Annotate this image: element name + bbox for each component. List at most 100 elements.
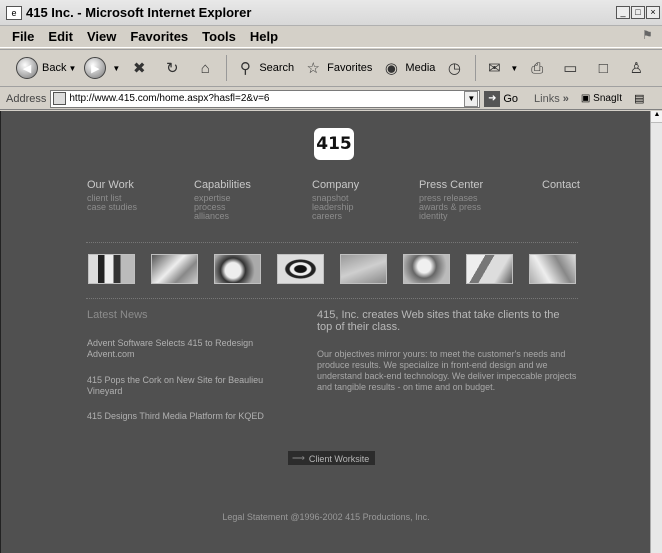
- links-chevron[interactable]: »: [563, 93, 569, 105]
- nav-head-capabilities[interactable]: Capabilities: [194, 180, 251, 191]
- arrow-right-icon: ⟶: [292, 453, 305, 463]
- thumb-money-photo[interactable]: [466, 254, 513, 284]
- menu-file[interactable]: File: [0, 29, 41, 44]
- thumb-office-photo[interactable]: [88, 254, 135, 284]
- address-bar: Address http://www.415.com/home.aspx?has…: [0, 88, 662, 110]
- nav-head-our-work[interactable]: Our Work: [87, 180, 137, 191]
- client-worksite-button[interactable]: ⟶ Client Worksite: [288, 451, 376, 465]
- snagit-button[interactable]: ▣ SnagIt: [581, 93, 622, 104]
- nav-link-alliances[interactable]: alliances: [194, 212, 251, 221]
- back-dropdown-icon[interactable]: ▼: [68, 64, 76, 73]
- tagline: 415, Inc. creates Web sites that take cl…: [317, 309, 560, 333]
- snagit-label: SnagIt: [593, 93, 623, 104]
- toolbar-divider: [475, 55, 477, 81]
- discuss-icon: □: [598, 59, 608, 77]
- messenger-icon: ♙: [629, 60, 644, 77]
- go-arrow-icon: ➜: [484, 90, 501, 107]
- company-description: Our objectives mirror yours: to meet the…: [317, 349, 577, 392]
- media-button[interactable]: ◉ Media: [376, 54, 439, 82]
- divider-middle: [86, 298, 578, 299]
- nav-company: Company snapshot leadership careers: [312, 180, 359, 221]
- minimize-icon[interactable]: _: [616, 6, 630, 19]
- address-input[interactable]: http://www.415.com/home.aspx?hasfl=2&v=6: [50, 89, 481, 108]
- ie-page-icon: e: [6, 5, 22, 20]
- home-icon: ⌂: [200, 59, 210, 77]
- forward-dropdown-icon[interactable]: ▼: [112, 64, 120, 73]
- camera-icon: ▣: [580, 93, 591, 104]
- site-logo[interactable]: 415: [314, 128, 354, 160]
- search-icon: ⚲: [239, 60, 251, 77]
- windows-logo-icon: ⚑: [642, 28, 653, 42]
- forward-button[interactable]: ▶ ▼: [80, 54, 124, 82]
- home-button[interactable]: ⌂: [190, 54, 223, 82]
- go-label: Go: [503, 92, 519, 105]
- go-button[interactable]: ➜ Go: [484, 90, 519, 107]
- search-label: Search: [259, 62, 295, 74]
- news-item[interactable]: 415 Designs Third Media Platform for KQE…: [87, 411, 297, 422]
- nav-link-careers[interactable]: careers: [312, 212, 359, 221]
- menu-tools[interactable]: Tools: [195, 29, 243, 44]
- mail-dropdown-icon[interactable]: ▼: [510, 64, 518, 73]
- address-dropdown-icon[interactable]: ▼: [464, 90, 479, 107]
- forward-arrow-icon: ▶: [84, 57, 107, 79]
- nav-head-company[interactable]: Company: [312, 180, 359, 191]
- thumb-abstract-photo[interactable]: [340, 254, 387, 284]
- scroll-up-icon[interactable]: ▲: [651, 111, 662, 123]
- thumb-collage-photo[interactable]: [529, 254, 576, 284]
- favorites-label: Favorites: [327, 62, 373, 74]
- address-label: Address: [6, 92, 47, 105]
- maximize-icon[interactable]: □: [631, 6, 645, 19]
- news-item[interactable]: Advent Software Selects 415 to Redesign …: [87, 338, 297, 360]
- nav-our-work: Our Work client list case studies: [87, 180, 137, 212]
- thumb-people-photo[interactable]: [214, 254, 261, 284]
- search-button[interactable]: ⚲ Search: [230, 54, 298, 82]
- page-icon: [53, 92, 67, 105]
- menu-bar: File Edit View Favorites Tools Help ⚑: [0, 26, 662, 48]
- menu-help[interactable]: Help: [243, 29, 285, 44]
- nav-link-case-studies[interactable]: case studies: [87, 203, 137, 212]
- nav-head-contact[interactable]: Contact: [542, 180, 580, 191]
- media-icon: ◉: [384, 60, 398, 77]
- window-title: 415 Inc. - Microsoft Internet Explorer: [26, 5, 252, 20]
- favorites-button[interactable]: ☆ Favorites: [298, 54, 376, 82]
- edit-icon: ▭: [563, 60, 578, 77]
- vertical-scrollbar[interactable]: ▲: [650, 111, 662, 553]
- client-worksite-label: Client Worksite: [308, 453, 370, 464]
- back-button[interactable]: ◀ Back ▼: [12, 54, 80, 82]
- latest-news-heading: Latest News: [87, 309, 148, 321]
- edit-button[interactable]: ▭: [555, 54, 588, 82]
- page-content: 415 Our Work client list case studies Ca…: [0, 111, 650, 553]
- stop-button[interactable]: ✖: [124, 54, 157, 82]
- discuss-button[interactable]: □: [588, 54, 621, 82]
- close-icon[interactable]: ×: [646, 6, 660, 19]
- nav-contact: Contact: [542, 180, 580, 194]
- print-icon: ⎙: [531, 59, 544, 77]
- refresh-icon: ↻: [166, 60, 179, 77]
- history-button[interactable]: ◷: [439, 54, 472, 82]
- stop-icon: ✖: [133, 60, 146, 77]
- legal-statement[interactable]: Legal Statement @1996-2002 415 Productio…: [1, 512, 650, 522]
- refresh-button[interactable]: ↻: [157, 54, 190, 82]
- menu-favorites[interactable]: Favorites: [123, 29, 195, 44]
- thumb-eye-graphic[interactable]: [277, 254, 324, 284]
- window-controls: _ □ ×: [616, 6, 660, 19]
- address-url: http://www.415.com/home.aspx?hasfl=2&v=6: [69, 93, 270, 104]
- title-bar: e 415 Inc. - Microsoft Internet Explorer…: [0, 0, 662, 26]
- thumb-portrait-photo[interactable]: [403, 254, 450, 284]
- thumbnail-strip: [88, 254, 576, 284]
- mail-icon: ✉: [488, 60, 501, 77]
- links-toolbar[interactable]: Links »: [534, 93, 569, 105]
- messenger-button[interactable]: ♙: [621, 54, 654, 82]
- print-button[interactable]: ⎙: [522, 54, 555, 82]
- thumb-architecture-photo[interactable]: [151, 254, 198, 284]
- menu-view[interactable]: View: [80, 29, 123, 44]
- history-icon: ◷: [447, 60, 461, 77]
- back-label: Back: [42, 62, 67, 74]
- nav-head-press-center[interactable]: Press Center: [419, 180, 483, 191]
- mail-button[interactable]: ✉ ▼: [479, 54, 522, 82]
- nav-link-identity[interactable]: identity: [419, 212, 483, 221]
- snagit-capture-icon[interactable]: ▤: [634, 92, 644, 105]
- news-item[interactable]: 415 Pops the Cork on New Site for Beauli…: [87, 375, 297, 397]
- toolbar-divider: [226, 55, 228, 81]
- menu-edit[interactable]: Edit: [41, 29, 80, 44]
